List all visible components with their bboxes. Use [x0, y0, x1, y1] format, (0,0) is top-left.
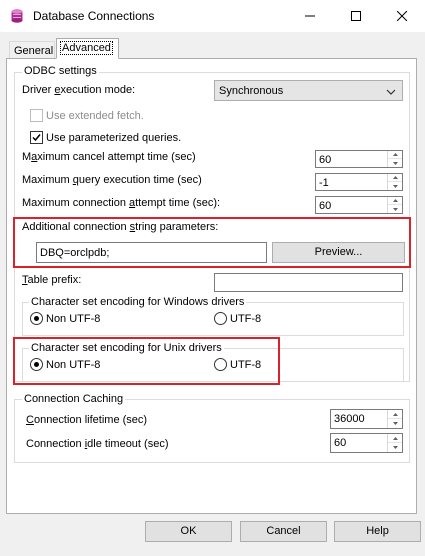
stepper-buttons[interactable] [387, 410, 402, 428]
connection-lifetime-value: 36000 [334, 413, 365, 425]
max-connection-attempt-value: 60 [319, 200, 332, 212]
driver-execution-mode-label: Driver execution mode: [22, 84, 136, 96]
cancel-button[interactable]: Cancel [240, 521, 327, 542]
connection-idle-timeout-label: Connection idle timeout (sec) [26, 438, 169, 450]
down-arrow-icon[interactable] [388, 419, 402, 428]
max-cancel-attempt-label: Maximum cancel attempt time (sec) [22, 151, 196, 163]
table-prefix-label: Table prefix: [22, 274, 82, 286]
windows-non-utf8-label: Non UTF-8 [46, 313, 101, 325]
additional-params-input[interactable]: DBQ=orclpdb; [36, 242, 267, 263]
driver-execution-mode-select[interactable]: Synchronous [214, 80, 403, 101]
up-arrow-icon[interactable] [388, 197, 402, 205]
close-button[interactable] [379, 0, 425, 32]
up-arrow-icon[interactable] [388, 410, 402, 419]
stepper-buttons[interactable] [387, 174, 402, 190]
tab-general[interactable]: General [9, 41, 55, 59]
down-arrow-icon[interactable] [388, 443, 402, 452]
minimize-icon [305, 15, 315, 17]
windows-non-utf8-radio[interactable] [30, 312, 43, 325]
unix-utf8-label: UTF-8 [230, 359, 262, 371]
up-arrow-icon[interactable] [388, 174, 402, 182]
preview-button[interactable]: Preview... [272, 242, 405, 263]
driver-execution-mode-value: Synchronous [219, 85, 284, 97]
up-arrow-icon[interactable] [388, 151, 402, 159]
connection-idle-timeout-value: 60 [334, 437, 347, 449]
max-query-execution-value: -1 [319, 177, 329, 189]
unix-non-utf8-label: Non UTF-8 [46, 359, 101, 371]
connection-idle-timeout-stepper[interactable]: 60 [330, 433, 403, 453]
windows-utf8-radio[interactable] [214, 312, 227, 325]
cancel-button-label: Cancel [266, 525, 301, 537]
preview-button-label: Preview... [314, 246, 363, 258]
stepper-buttons[interactable] [387, 434, 402, 452]
tab-advanced-label: Advanced [60, 41, 113, 55]
connection-caching-legend: Connection Caching [22, 393, 126, 406]
connection-lifetime-label: Connection lifetime (sec) [26, 414, 148, 426]
minimize-button[interactable] [287, 0, 333, 32]
close-icon [397, 11, 407, 21]
max-connection-attempt-label: Maximum connection attempt time (sec): [22, 197, 221, 209]
help-button-label: Help [366, 525, 389, 537]
tab-advanced[interactable]: Advanced [56, 38, 119, 59]
max-cancel-attempt-stepper[interactable]: 60 [315, 150, 403, 168]
extended-fetch-checkbox[interactable] [30, 109, 43, 122]
down-arrow-icon[interactable] [388, 159, 402, 167]
window-title: Database Connections [33, 9, 155, 23]
max-query-execution-stepper[interactable]: -1 [315, 173, 403, 191]
title-bar: Database Connections [0, 0, 425, 32]
down-arrow-icon[interactable] [388, 182, 402, 190]
windows-utf8-label: UTF-8 [230, 313, 262, 325]
extended-fetch-label: Use extended fetch. [46, 110, 144, 122]
table-prefix-input[interactable] [214, 273, 403, 292]
ok-button-label: OK [180, 525, 197, 537]
maximize-icon [351, 11, 361, 21]
odbc-settings-legend: ODBC settings [22, 65, 99, 78]
database-icon [9, 8, 25, 24]
max-connection-attempt-stepper[interactable]: 60 [315, 196, 403, 214]
parameterized-queries-checkbox[interactable] [30, 131, 43, 144]
tab-general-label: General [14, 45, 54, 57]
connection-lifetime-stepper[interactable]: 36000 [330, 409, 403, 429]
ok-button[interactable]: OK [145, 521, 232, 542]
additional-params-label: Additional connection string parameters: [22, 221, 219, 233]
up-arrow-icon[interactable] [388, 434, 402, 443]
windows-encoding-legend: Character set encoding for Windows drive… [29, 296, 247, 309]
unix-utf8-radio[interactable] [214, 358, 227, 371]
checkmark-icon [32, 134, 41, 142]
chevron-down-icon [386, 87, 396, 99]
stepper-buttons[interactable] [387, 151, 402, 167]
additional-params-value: DBQ=orclpdb; [40, 247, 110, 259]
help-button[interactable]: Help [334, 521, 421, 542]
down-arrow-icon[interactable] [388, 205, 402, 213]
parameterized-queries-label: Use parameterized queries. [46, 132, 182, 144]
unix-encoding-legend: Character set encoding for Unix drivers [29, 342, 224, 355]
unix-non-utf8-radio[interactable] [30, 358, 43, 371]
max-cancel-attempt-value: 60 [319, 154, 332, 166]
stepper-buttons[interactable] [387, 197, 402, 213]
maximize-button[interactable] [333, 0, 379, 32]
max-query-execution-label: Maximum query execution time (sec) [22, 174, 202, 186]
